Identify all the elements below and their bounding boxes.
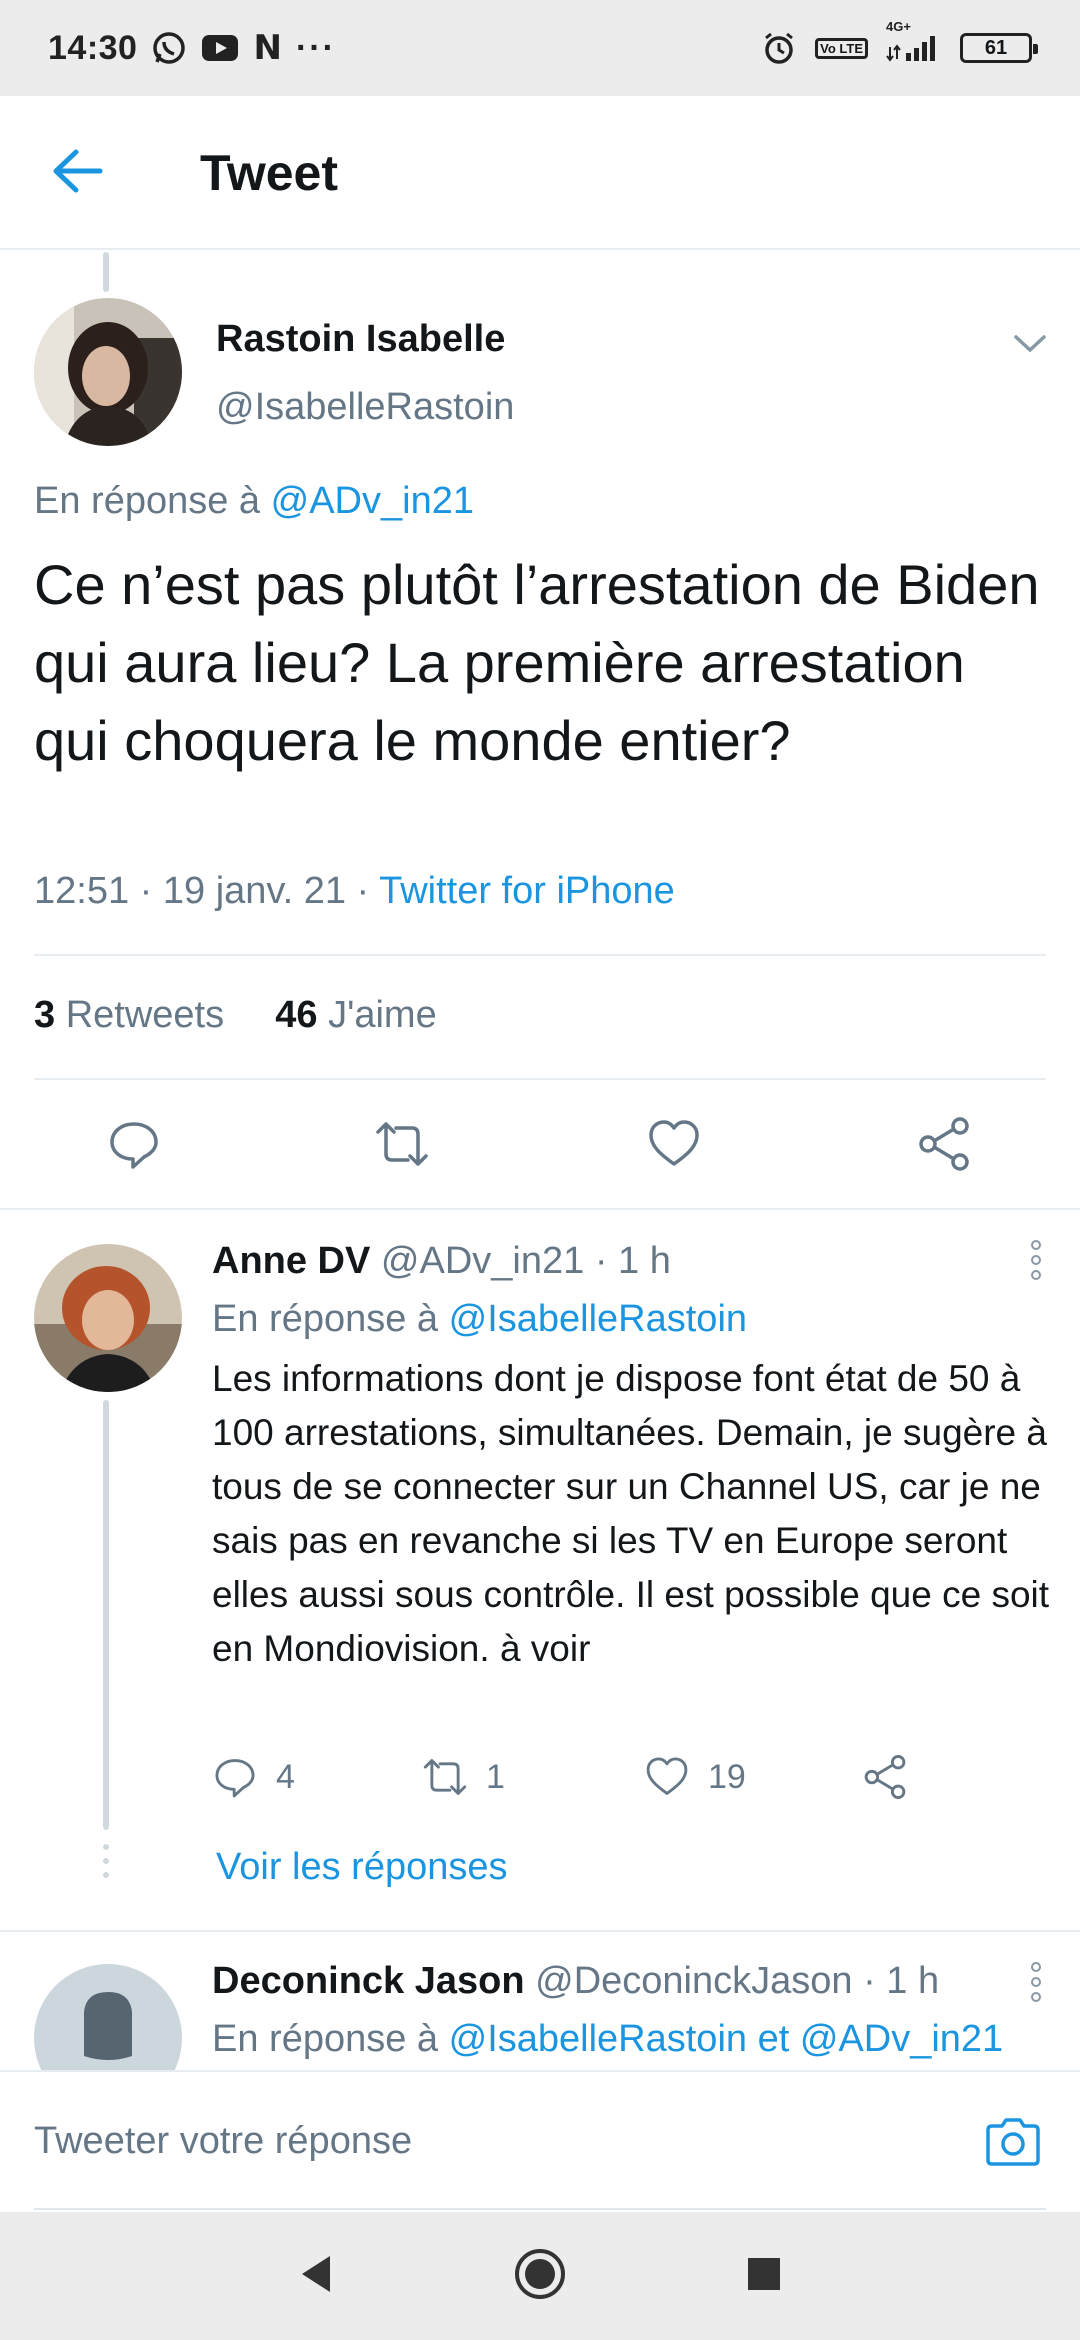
share-icon bbox=[864, 1755, 906, 1799]
likes-stat[interactable]: 46 J'aime bbox=[275, 994, 436, 1036]
network-type-label: 4G+ bbox=[886, 19, 911, 34]
volte-label: Vo LTE bbox=[820, 40, 863, 56]
reply-retweet-action[interactable]: 1 bbox=[422, 1754, 505, 1800]
like-count: 19 bbox=[708, 1757, 746, 1796]
thread-connector-dots bbox=[103, 1844, 109, 1850]
thread-connector-dots bbox=[103, 1872, 109, 1878]
meta-separator: · bbox=[356, 870, 370, 912]
reply-icon[interactable] bbox=[106, 1116, 162, 1172]
tweet-stats: 3 Retweets 46 J'aime bbox=[34, 994, 437, 1037]
reply-to-link[interactable]: @ADv_in21 bbox=[271, 480, 474, 522]
reply-composer: Tweeter votre réponse bbox=[0, 2070, 1080, 2212]
status-bar: 14:30 N ··· Vo LTE 4G+ 61 bbox=[0, 0, 1080, 96]
section-separator bbox=[0, 1208, 1080, 1210]
retweets-count: 3 bbox=[34, 994, 56, 1036]
reply-prefix: En réponse à bbox=[212, 2018, 439, 2060]
reply-author-handle[interactable]: @ADv_in21 bbox=[381, 1240, 584, 1282]
comment-count: 4 bbox=[276, 1757, 295, 1796]
system-nav-bar bbox=[0, 2212, 1080, 2340]
retweet-count: 1 bbox=[486, 1757, 505, 1796]
like-heart-icon bbox=[646, 1757, 688, 1795]
reply-comment-action[interactable]: 4 bbox=[212, 1754, 295, 1800]
reply-input[interactable]: Tweeter votre réponse bbox=[34, 2120, 412, 2163]
likes-label: J'aime bbox=[328, 994, 437, 1036]
share-icon[interactable] bbox=[916, 1116, 972, 1172]
show-replies-link[interactable]: Voir les réponses bbox=[216, 1846, 508, 1889]
tweet-time: 12:51 bbox=[34, 870, 130, 912]
tweet-date: 19 janv. 21 bbox=[162, 870, 346, 912]
youtube-icon bbox=[201, 33, 239, 63]
reply-age: · 1 h bbox=[863, 1960, 940, 2002]
tweet-text: Ce n’est pas plutôt l’arrestation de Bid… bbox=[34, 553, 1040, 772]
reply-to-link[interactable]: @IsabelleRastoin bbox=[449, 1298, 747, 1340]
like-heart-icon[interactable] bbox=[646, 1116, 702, 1172]
reply-author-name[interactable]: Deconinck Jason bbox=[212, 1960, 525, 2002]
reply-text: Les informations dont je dispose font ét… bbox=[212, 1358, 1050, 1669]
app-bar: Tweet bbox=[0, 96, 1080, 250]
reply-context: En réponse à @IsabelleRastoin bbox=[212, 1298, 747, 1341]
retweet-icon bbox=[423, 1759, 467, 1795]
retweets-stat[interactable]: 3 Retweets bbox=[34, 994, 224, 1036]
reply-author-handle[interactable]: @DeconinckJason bbox=[535, 1960, 852, 2002]
meta-separator: · bbox=[139, 870, 153, 912]
reply-tweet[interactable]: Deconinck Jason @DeconinckJason · 1 h En… bbox=[0, 1932, 1080, 2070]
nav-home-icon[interactable] bbox=[512, 2246, 568, 2307]
more-options-icon[interactable] bbox=[1030, 1240, 1042, 1280]
tweet-meta: 12:51 · 19 janv. 21 · Twitter for iPhone bbox=[34, 870, 675, 913]
netflix-icon: N bbox=[253, 28, 282, 68]
more-options-icon[interactable] bbox=[1030, 1962, 1042, 2002]
whatsapp-icon bbox=[151, 30, 187, 66]
reply-age: · 1 h bbox=[594, 1240, 671, 1282]
composer-underline bbox=[34, 2208, 1046, 2210]
thread-connector bbox=[103, 1400, 109, 1830]
page-title: Tweet bbox=[200, 145, 338, 201]
reply-like-action[interactable]: 19 bbox=[644, 1754, 746, 1800]
author-handle[interactable]: @IsabelleRastoin bbox=[216, 386, 514, 429]
reply-header: Anne DV @ADv_in21 · 1 h bbox=[212, 1240, 671, 1283]
battery-level: 61 bbox=[984, 36, 1008, 59]
reply-icon bbox=[215, 1759, 255, 1798]
reply-author-avatar[interactable] bbox=[34, 1244, 182, 1392]
nav-recents-icon[interactable] bbox=[746, 2256, 782, 2297]
reply-context: En réponse à @IsabelleRastoin et @ADv_in… bbox=[212, 2018, 1003, 2061]
reply-author-name[interactable]: Anne DV bbox=[212, 1240, 370, 1282]
nav-back-icon[interactable] bbox=[296, 2252, 336, 2301]
status-time: 14:30 bbox=[48, 28, 138, 67]
retweet-icon[interactable] bbox=[374, 1116, 430, 1172]
reply-share-action[interactable] bbox=[862, 1754, 908, 1800]
reply-prefix: En réponse à bbox=[212, 1298, 439, 1340]
signal-icon: 4G+ bbox=[886, 19, 942, 63]
retweets-label: Retweets bbox=[65, 994, 225, 1036]
volte-badge: Vo LTE bbox=[815, 37, 868, 59]
tweet-source-link[interactable]: Twitter for iPhone bbox=[379, 870, 675, 912]
reply-author-avatar[interactable] bbox=[34, 1964, 182, 2070]
author-name[interactable]: Rastoin Isabelle bbox=[216, 318, 505, 361]
camera-icon[interactable] bbox=[984, 2116, 1042, 2168]
back-arrow-icon[interactable] bbox=[48, 146, 108, 196]
author-avatar[interactable] bbox=[34, 298, 182, 446]
more-dots-icon: ··· bbox=[295, 28, 336, 67]
chevron-down-icon[interactable] bbox=[1012, 328, 1048, 358]
reply-prefix: En réponse à bbox=[34, 480, 261, 522]
reply-actions: 4 1 19 bbox=[212, 1754, 1012, 1814]
battery-indicator: 61 bbox=[960, 33, 1038, 63]
divider bbox=[34, 954, 1046, 956]
likes-count: 46 bbox=[275, 994, 318, 1036]
reply-header: Deconinck Jason @DeconinckJason · 1 h bbox=[212, 1960, 939, 2003]
reply-to-link[interactable]: @IsabelleRastoin et @ADv_in21 bbox=[449, 2018, 1004, 2060]
thread-connector bbox=[103, 252, 109, 292]
tweet-actions bbox=[0, 1078, 1080, 1208]
thread-connector-dots bbox=[103, 1858, 109, 1864]
reply-context: En réponse à @ADv_in21 bbox=[34, 480, 474, 523]
alarm-icon bbox=[761, 30, 797, 66]
